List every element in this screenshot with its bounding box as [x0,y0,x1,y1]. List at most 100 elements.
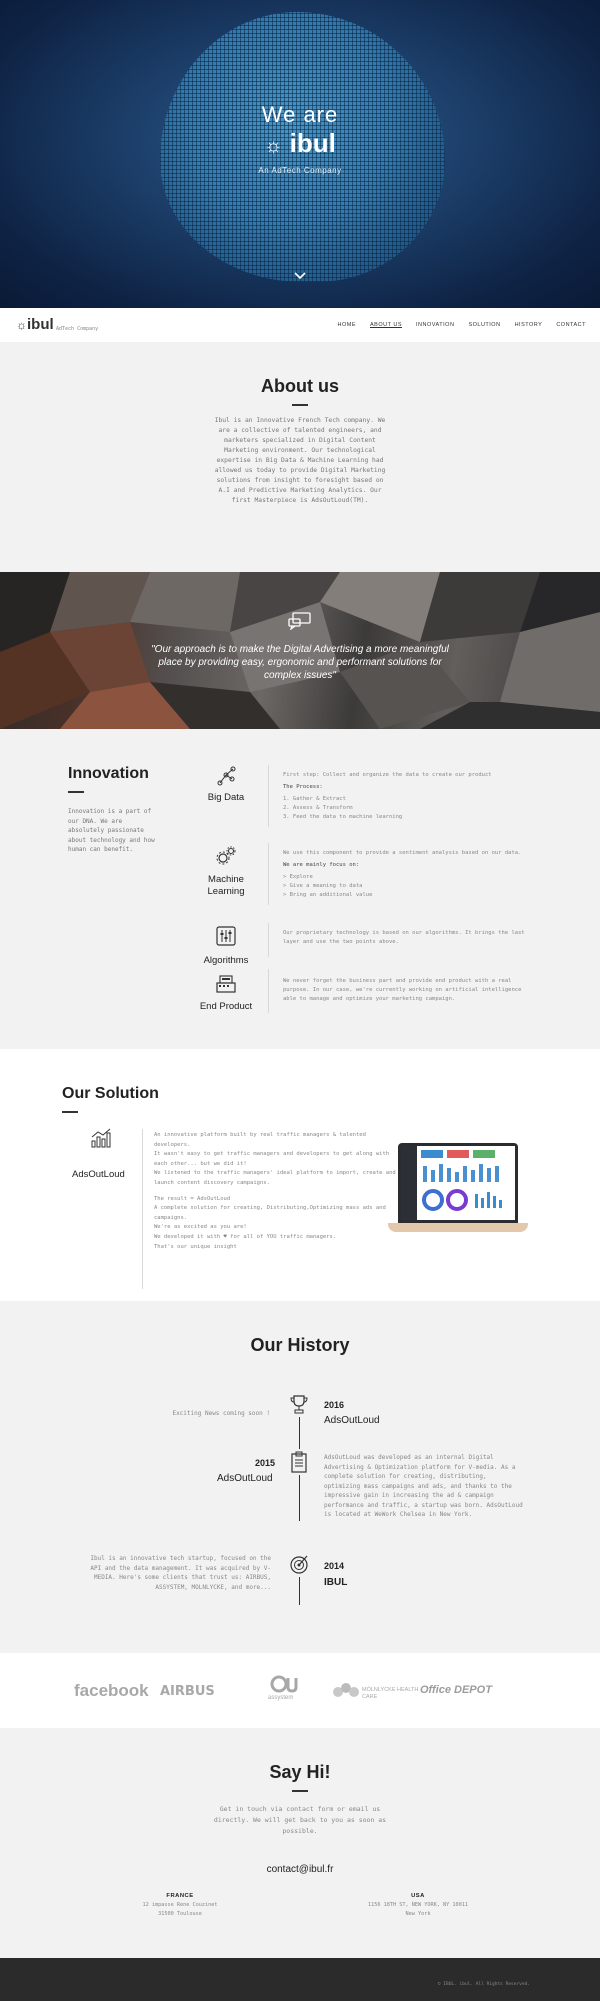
trophy-icon [288,1393,310,1415]
timeline-line [299,1417,300,1449]
history-section: Our History 2016 AdsOutLoud Exciting New… [0,1301,600,1653]
big-data-intro: First step: Collect and organize the dat… [283,772,492,778]
innovation-divider [268,843,269,905]
office-country: USA [411,1893,425,1899]
innovation-divider [268,923,269,957]
client-logo-molnlycke: MÖLNLYCKE HEALTH CARE [362,1687,419,1700]
hero-subtitle: An AdTech Company [258,166,342,175]
history-name-2015: AdsOutLoud [217,1473,273,1484]
client-logo-assystem: assystem [268,1695,294,1701]
contact-email-link[interactable]: contact@ibul.fr [0,1864,600,1875]
hero-section: We are ☼ ibul An AdTech Company [0,0,600,308]
solution-line: We developed it with ♥ for all of YOU tr… [154,1233,337,1240]
laptop-base [388,1223,528,1232]
solution-line: We're as excited as you are! [154,1224,247,1231]
nav-logo[interactable]: ☼ibul [16,316,54,333]
client-logo-facebook: facebook [74,1681,149,1700]
clipboard-icon [288,1451,310,1473]
about-section: About us Ibul is an Innovative French Te… [0,342,600,572]
history-text-2014: Ibul is an innovative tech startup, focu… [90,1555,271,1591]
history-year-2014: 2014 [324,1561,345,1571]
innovation-item-big-data: Big Data [207,792,245,803]
hero-we-are: We are [261,102,339,127]
lightbulb-icon: ☼ [264,135,283,157]
innovation-section: Innovation Innovation is a part of our D… [0,729,600,1049]
machine-learning-point: > Bring an additional value [283,892,373,898]
machine-learning-heading: We are mainly focus on: [283,862,360,868]
solution-title: Our Solution [62,1085,159,1102]
innovation-title: Innovation [68,765,149,782]
office-country: FRANCE [166,1893,194,1899]
client-logo-office-depot: Office DEPOT [420,1684,492,1696]
solution-line: We listened to the traffic managers' ide… [154,1170,396,1186]
big-data-text: First step: Collect and organize the dat… [283,771,533,822]
nav-link-home[interactable]: HOME [338,322,357,328]
top-navbar: ☼ibul AdTech Company HOME ABOUT US INNOV… [0,308,600,342]
contact-body: Get in touch via contact form or email u… [213,1805,387,1835]
laptop-dashboard-image [398,1143,518,1223]
nav-link-solution[interactable]: SOLUTION [468,322,500,328]
quote-text: "Our approach is to make the Digital Adv… [151,644,449,681]
solution-line: That's our unique insight [154,1243,237,1250]
nav-tagline: AdTech Company [56,326,99,332]
sliders-icon [215,925,237,947]
history-year-2015: 2015 [255,1458,276,1468]
hero-logo: ☼ ibul [0,128,600,159]
innovation-item-algorithms: Algorithms [203,955,249,966]
contact-section: Say Hi! Get in touch via contact form or… [0,1728,600,1958]
solution-line: It wasn't easy to get traffic managers a… [154,1151,390,1167]
history-text-2015: AdsOutLoud was developed as an internal … [324,1454,523,1518]
office-address-line: New York [405,1911,431,1917]
big-data-heading: The Process: [283,784,323,790]
innovation-item-machine-learning: Machine Learning [207,874,245,897]
assystem-mark-icon [270,1675,300,1693]
big-data-point: 1. Gather & Extract [283,796,346,802]
solution-text: An innovative platform built by real tra… [154,1131,404,1252]
innovation-item-end-product: End Product [199,1001,253,1012]
target-icon [288,1553,310,1575]
chat-bubbles-icon [288,612,312,631]
about-body: Ibul is an Innovative French Tech compan… [214,417,386,504]
footer-copyright: © IBUL. ibul. All Rights Reserved. [437,1982,530,1987]
title-divider [292,1790,308,1792]
history-year-2016: 2016 [324,1400,345,1410]
end-product-text: We never forget the business part and pr… [283,978,522,1002]
history-name-2016: AdsOutLoud [324,1415,380,1426]
algorithms-text: Our proprietary technology is based on o… [283,930,525,945]
machine-learning-text: We use this component to provide a senti… [283,849,533,900]
hero-logo-text: ibul [289,128,336,158]
nav-link-about[interactable]: ABOUT US [370,322,402,328]
machine-learning-point: > Give a meaning to data [283,883,363,889]
network-nodes-icon [215,765,237,787]
molnlycke-mark-icon [332,1681,360,1699]
solution-line: An innovative platform built by real tra… [154,1132,366,1148]
innovation-divider [268,969,269,1013]
big-data-point: 3. Feed the data to machine learning [283,814,403,820]
title-divider [292,404,308,406]
office-usa: USA 1156 18TH ST, NEW YORK, NY 10011 New… [338,1892,498,1919]
solution-product-name: AdsOutLoud [72,1169,125,1180]
footer: © IBUL. ibul. All Rights Reserved. [0,1958,600,2001]
client-logo-airbus: AIRBUS [160,1684,215,1699]
about-title: About us [261,376,339,396]
gears-icon [215,845,237,867]
lightbulb-icon: ☼ [16,318,27,332]
history-text-2016: Exciting News coming soon ! [172,1410,270,1417]
nav-links: HOME ABOUT US INNOVATION SOLUTION HISTOR… [338,322,587,328]
title-divider [62,1111,78,1113]
machine-learning-intro: We use this component to provide a senti… [283,850,522,856]
bar-chart-icon [90,1127,112,1149]
scroll-down-chevron-icon[interactable] [293,271,307,281]
office-address-line: 12 impasse Rene Couzinet [142,1902,218,1908]
big-data-point: 2. Assess & Transform [283,805,353,811]
nav-link-contact[interactable]: CONTACT [556,322,586,328]
cash-register-icon [215,972,237,994]
nav-link-history[interactable]: HISTORY [515,322,543,328]
solution-line: A complete solution for creating, Distri… [154,1205,386,1221]
solution-line: The result = AdsOutLoud [154,1195,231,1202]
contact-title: Say Hi! [269,1762,331,1782]
office-address-line: 31500 Toulouse [158,1911,202,1917]
machine-learning-point: > Explore [283,874,313,880]
innovation-divider [268,765,269,827]
nav-link-innovation[interactable]: INNOVATION [416,322,454,328]
